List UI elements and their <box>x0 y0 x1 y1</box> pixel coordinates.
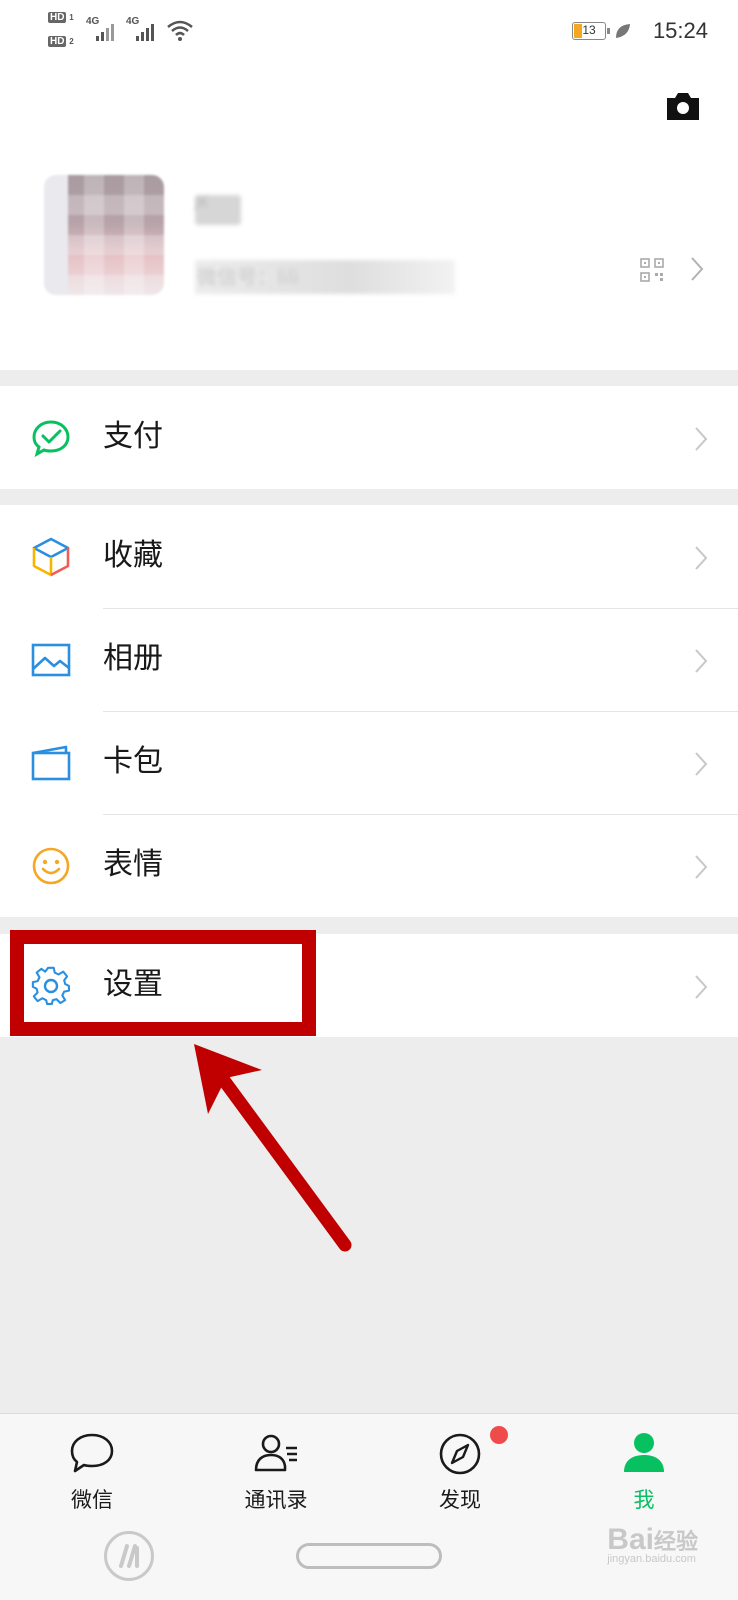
services-section: 收藏 相册 卡包 表情 <box>0 505 738 917</box>
menu-item-cards[interactable]: 卡包 <box>0 711 738 814</box>
chevron-right-icon <box>695 855 708 879</box>
battery-indicator: 13 <box>572 22 610 40</box>
menu-label-album: 相册 <box>103 641 163 676</box>
profile-header[interactable]: JK 微信号：lili <box>0 60 738 370</box>
highlight-box <box>10 930 316 1036</box>
tab-chats[interactable]: 微信 <box>0 1414 184 1524</box>
menu-label-pay: 支付 <box>103 419 163 454</box>
chevron-right-icon <box>695 546 708 570</box>
leaf-icon <box>616 24 630 38</box>
wechat-pay-icon <box>32 420 70 458</box>
hd-indicator-1: HD 1 <box>48 12 74 23</box>
signal-icon-2 <box>136 24 154 41</box>
favorites-cube-icon <box>32 537 70 577</box>
menu-item-pay[interactable]: 支付 <box>0 386 738 489</box>
chevron-right-icon <box>691 257 704 281</box>
chevron-right-icon <box>695 975 708 999</box>
tab-me[interactable]: 我 <box>552 1414 736 1524</box>
nickname: JK <box>195 195 241 225</box>
signal-icon-1 <box>96 24 114 41</box>
chevron-right-icon <box>695 752 708 776</box>
notification-dot <box>490 1426 508 1444</box>
chat-bubble-icon <box>70 1433 114 1473</box>
bottom-tab-bar: 微信 通讯录 发现 我 <box>0 1413 738 1523</box>
menu-item-stickers[interactable]: 表情 <box>0 814 738 917</box>
menu-label-favorites: 收藏 <box>103 538 163 573</box>
app-switcher-icon[interactable] <box>104 1531 154 1581</box>
menu-item-album[interactable]: 相册 <box>0 608 738 711</box>
compass-icon <box>439 1433 481 1475</box>
menu-label-cards: 卡包 <box>103 744 163 779</box>
pay-section: 支付 <box>0 386 738 489</box>
tab-contacts[interactable]: 通讯录 <box>184 1414 368 1524</box>
status-bar: HD 1 HD 2 4G 4G 13 15:24 <box>0 0 738 60</box>
chevron-right-icon <box>695 427 708 451</box>
menu-item-favorites[interactable]: 收藏 <box>0 505 738 608</box>
wifi-icon <box>167 20 193 41</box>
tab-label-contacts: 通讯录 <box>244 1488 308 1512</box>
album-picture-icon <box>31 643 71 677</box>
annotation-arrow-icon <box>194 1044 352 1252</box>
tab-label-chats: 微信 <box>71 1488 113 1512</box>
tab-label-discover: 发现 <box>439 1488 481 1512</box>
chevron-right-icon <box>695 649 708 673</box>
qr-code-icon[interactable] <box>640 258 664 282</box>
baidu-watermark: Bai经验 jingyan.baidu.com <box>607 1523 698 1565</box>
camera-icon[interactable] <box>664 90 702 122</box>
contacts-icon <box>254 1434 297 1472</box>
avatar[interactable] <box>44 175 164 295</box>
clock: 15:24 <box>652 18 708 43</box>
card-wallet-icon <box>31 745 71 781</box>
wechat-id: 微信号：lili <box>195 260 455 294</box>
system-nav-bar: Bai经验 jingyan.baidu.com <box>0 1523 738 1600</box>
person-icon <box>624 1433 664 1472</box>
smiley-face-icon <box>32 847 70 885</box>
hd-indicator-2: HD 2 <box>48 36 74 47</box>
tab-discover[interactable]: 发现 <box>368 1414 552 1524</box>
home-gesture-bar[interactable] <box>296 1543 442 1569</box>
tab-label-me: 我 <box>633 1488 655 1512</box>
menu-label-stickers: 表情 <box>103 847 163 882</box>
